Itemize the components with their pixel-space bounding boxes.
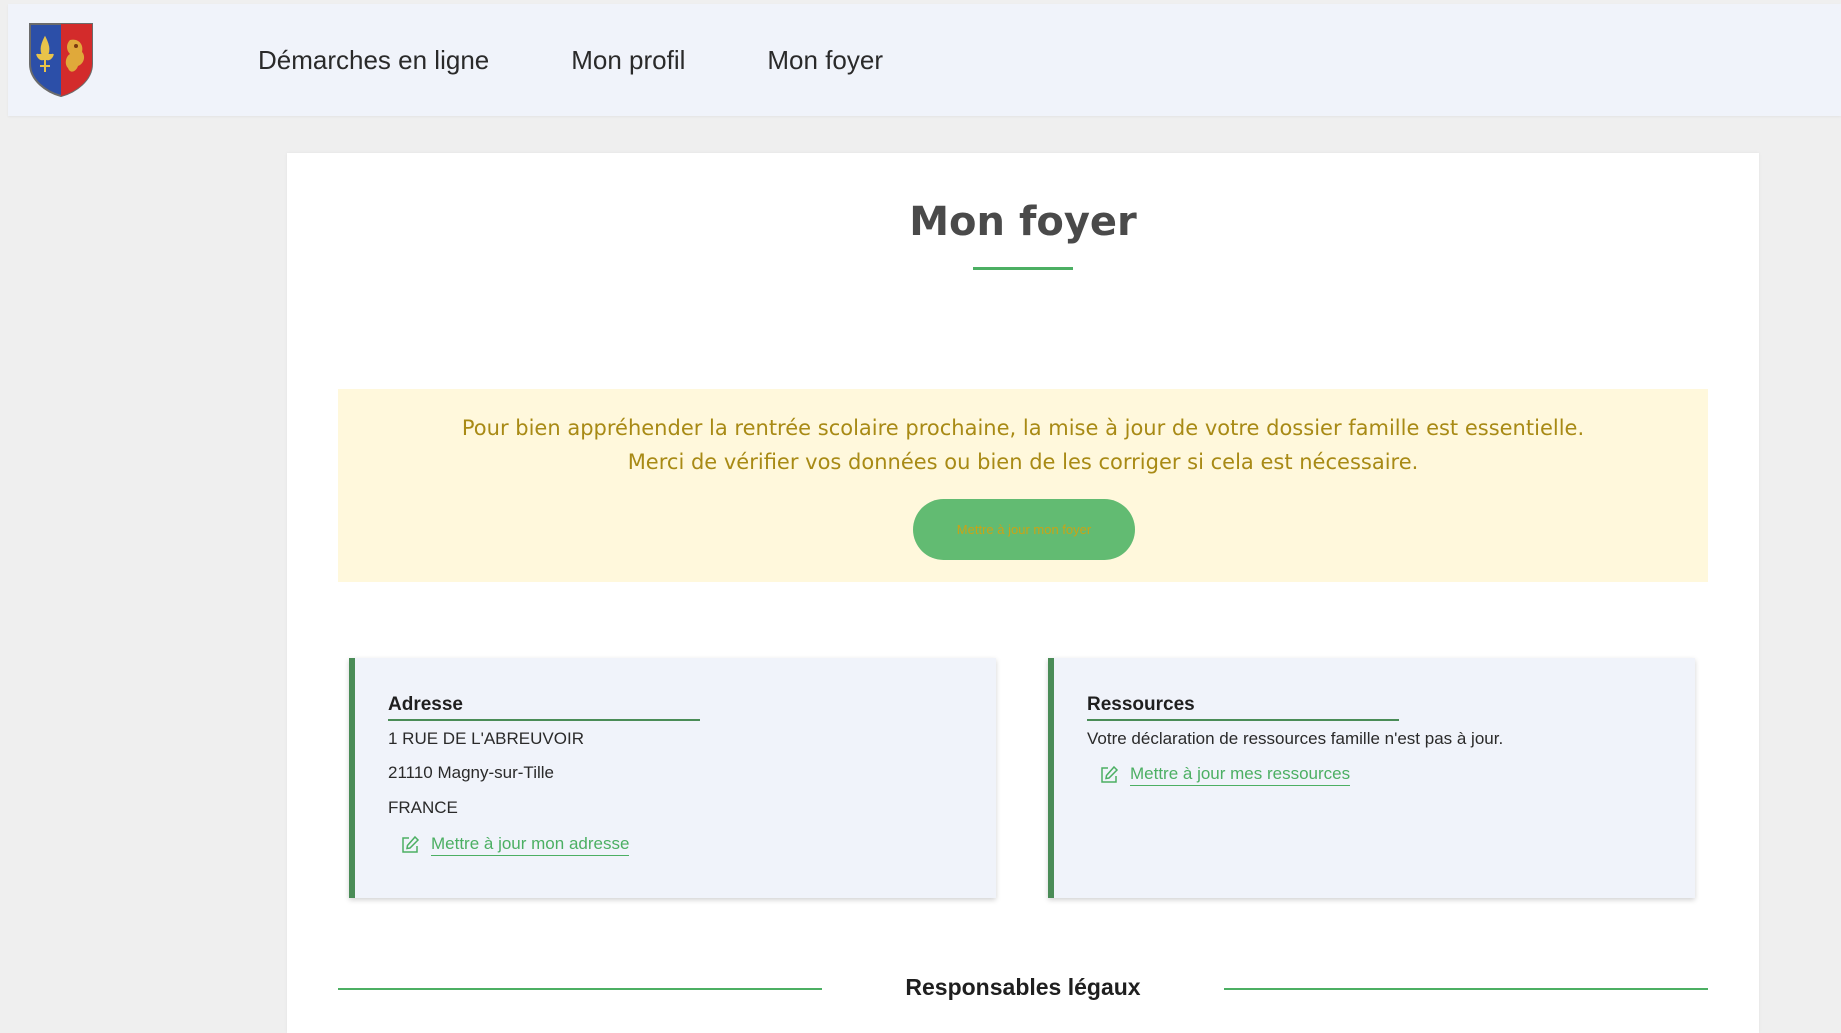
update-resources-link[interactable]: Mettre à jour mes ressources: [1099, 764, 1351, 786]
update-resources-label: Mettre à jour mes ressources: [1130, 764, 1351, 786]
edit-pencil-icon: [402, 835, 420, 853]
resources-title: Ressources: [1087, 694, 1399, 721]
resources-status: Votre déclaration de ressources famille …: [1087, 729, 1504, 748]
nav-mon-profil[interactable]: Mon profil: [571, 45, 685, 76]
top-navigation-bar: Démarches en ligne Mon profil Mon foyer: [8, 4, 1841, 116]
resources-box: Ressources Votre déclaration de ressourc…: [1048, 658, 1695, 898]
title-underline: [973, 267, 1073, 270]
edit-pencil-icon: [1101, 765, 1119, 783]
nav-demarches-en-ligne[interactable]: Démarches en ligne: [258, 45, 489, 76]
address-street: 1 RUE DE L'ABREUVOIR: [388, 729, 584, 748]
main-content-card: Mon foyer Pour bien appréhender la rentr…: [287, 153, 1759, 1033]
page-title: Mon foyer: [909, 199, 1137, 245]
address-city: 21110 Magny-sur-Tille: [388, 763, 554, 782]
update-notice-banner: Pour bien appréhender la rentrée scolair…: [338, 389, 1708, 582]
notice-line-1: Pour bien appréhender la rentrée scolair…: [461, 416, 1585, 440]
legal-guardians-section-header: Responsables légaux: [338, 968, 1708, 1008]
address-country: FRANCE: [388, 798, 458, 817]
section-divider-right: [1224, 988, 1708, 990]
coat-of-arms-logo[interactable]: [26, 20, 96, 98]
address-title: Adresse: [388, 694, 700, 721]
address-box: Adresse 1 RUE DE L'ABREUVOIR 21110 Magny…: [349, 658, 996, 898]
main-nav: Démarches en ligne Mon profil Mon foyer: [258, 4, 965, 116]
update-household-button[interactable]: Mettre à jour mon foyer: [913, 499, 1135, 560]
update-address-label: Mettre à jour mon adresse: [431, 834, 630, 856]
update-address-link[interactable]: Mettre à jour mon adresse: [400, 834, 630, 856]
nav-mon-foyer[interactable]: Mon foyer: [767, 45, 883, 76]
notice-line-2: Merci de vérifier vos données ou bien de…: [627, 450, 1419, 474]
